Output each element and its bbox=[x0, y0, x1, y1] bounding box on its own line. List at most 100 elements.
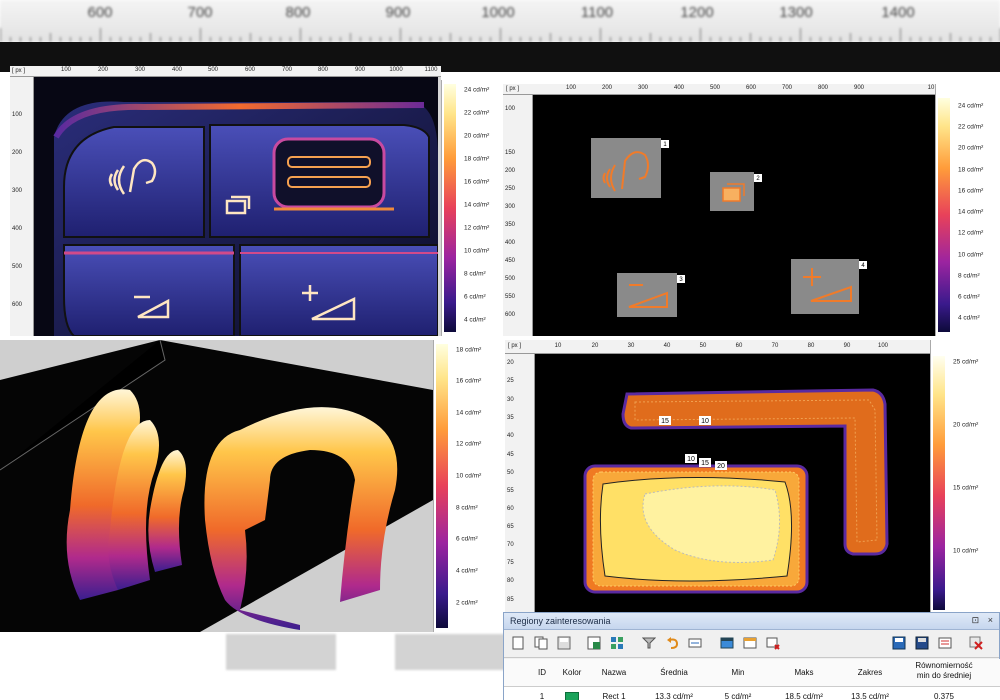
scale-label: 16 cd/m² bbox=[958, 187, 984, 195]
close-icon[interactable]: × bbox=[988, 615, 993, 625]
row-mean: 13.3 cd/m² bbox=[655, 692, 693, 700]
scale-label: 20 cd/m² bbox=[953, 421, 979, 429]
ruler-tick bbox=[250, 33, 251, 42]
y-tick: 400 bbox=[12, 226, 23, 232]
x-tick: 40 bbox=[663, 343, 671, 349]
col-min[interactable]: Min bbox=[732, 668, 745, 677]
dock-icon[interactable]: ⊡ bbox=[972, 615, 980, 625]
table-view-icon[interactable] bbox=[717, 633, 737, 653]
ruler-tick bbox=[950, 33, 951, 42]
y-tick: 55 bbox=[507, 488, 514, 494]
x-tick: 500 bbox=[709, 85, 721, 91]
row-max: 18.5 cd/m² bbox=[785, 692, 823, 700]
x-tick: 10 bbox=[554, 343, 562, 349]
contour-label: 10 bbox=[701, 418, 709, 425]
roi-dialog-title: Regiony zainteresowania bbox=[510, 616, 611, 626]
delete-all-icon[interactable] bbox=[966, 633, 986, 653]
y-tick: 85 bbox=[507, 597, 514, 603]
regions-x-ruler: 100 200 300 400 500 600 700 800 900 10 bbox=[503, 84, 935, 95]
row-color-swatch[interactable] bbox=[565, 692, 579, 700]
ruler-tick bbox=[450, 33, 451, 42]
photo-y-ruler: 100 200 300 400 500 600 bbox=[10, 77, 34, 336]
y-tick: 50 bbox=[507, 470, 514, 476]
scale-label: 15 cd/m² bbox=[953, 484, 979, 492]
scale-label: 12 cd/m² bbox=[958, 229, 984, 237]
ruler-tick bbox=[600, 28, 601, 42]
y-tick: 70 bbox=[507, 542, 514, 548]
save-icon[interactable] bbox=[889, 633, 909, 653]
delete-table-icon[interactable] bbox=[763, 633, 783, 653]
y-tick: 75 bbox=[507, 560, 514, 566]
add-table-icon[interactable] bbox=[740, 633, 760, 653]
col-srednia[interactable]: Średnia bbox=[660, 668, 688, 677]
y-tick: 65 bbox=[507, 524, 514, 530]
scale-label: 12 cd/m² bbox=[464, 224, 490, 232]
table-row[interactable]: 1 Rect 1 13.3 cd/m² 5 cd/m² 18.5 cd/m² 1… bbox=[504, 687, 1000, 700]
x-tick: 200 bbox=[601, 85, 613, 91]
scale-label: 18 cd/m² bbox=[464, 155, 490, 163]
y-tick: 300 bbox=[12, 188, 23, 194]
save-region-icon[interactable] bbox=[554, 633, 574, 653]
ruler-tick bbox=[650, 33, 651, 42]
x-tick: 1100 bbox=[424, 67, 438, 73]
roi-dialog: Regiony zainteresowania ⊡ × ID Kolor Naz… bbox=[503, 612, 1000, 700]
scale-label: 18 cd/m² bbox=[456, 346, 482, 354]
contour-map: 15 10 10 15 20 bbox=[535, 354, 930, 612]
ruler-tick bbox=[700, 28, 701, 42]
luminance-scale-regions: 24 cd/m² 22 cd/m² 20 cd/m² 18 cd/m² 16 c… bbox=[935, 84, 1000, 336]
save-as-icon[interactable] bbox=[912, 633, 932, 653]
x-tick: 800 bbox=[817, 85, 829, 91]
col-maks[interactable]: Maks bbox=[794, 668, 813, 677]
col-uniformity[interactable]: Równomierność min do średniej bbox=[915, 661, 972, 681]
scale-label: 25 cd/m² bbox=[953, 358, 979, 366]
blurred-block bbox=[395, 634, 505, 670]
export-icon[interactable] bbox=[584, 633, 604, 653]
top-ruler-label: 700 bbox=[187, 4, 213, 21]
y-tick: 150 bbox=[505, 150, 516, 156]
region-4[interactable] bbox=[791, 259, 859, 314]
y-tick: 25 bbox=[507, 378, 514, 384]
contour-y-ruler: 20 25 30 35 40 45 50 55 60 65 70 75 80 8… bbox=[505, 354, 535, 612]
top-ruler-label: 800 bbox=[285, 4, 311, 21]
y-tick: 350 bbox=[505, 222, 516, 228]
blurred-block bbox=[226, 634, 336, 670]
undo-icon[interactable] bbox=[662, 633, 682, 653]
roi-dialog-titlebar[interactable]: Regiony zainteresowania ⊡ × bbox=[504, 613, 999, 630]
scale-label: 10 cd/m² bbox=[953, 547, 979, 555]
screenshot-collage: 600 700 800 900 1000 1100 1200 1300 1400… bbox=[0, 0, 1000, 700]
y-tick: 60 bbox=[507, 506, 514, 512]
scale-label: 2 cd/m² bbox=[456, 599, 478, 607]
y-tick: 550 bbox=[505, 294, 516, 300]
x-tick: 200 bbox=[97, 67, 109, 73]
x-tick: 900 bbox=[853, 85, 865, 91]
col-kolor[interactable]: Kolor bbox=[563, 668, 582, 677]
x-tick: 10 bbox=[927, 85, 935, 91]
x-tick: 100 bbox=[877, 343, 889, 349]
top-ruler-label: 600 bbox=[87, 4, 113, 21]
col-nazwa[interactable]: Nazwa bbox=[602, 668, 626, 677]
x-tick: 30 bbox=[627, 343, 635, 349]
luminance-scale-photo: 24 cd/m² 22 cd/m² 20 cd/m² 18 cd/m² 16 c… bbox=[441, 80, 500, 336]
ruler-unit: [ px ] bbox=[12, 68, 26, 74]
filter-icon[interactable] bbox=[639, 633, 659, 653]
scale-label: 8 cd/m² bbox=[456, 504, 478, 512]
report-icon[interactable] bbox=[935, 633, 955, 653]
ruler-tick bbox=[500, 28, 501, 42]
scale-label: 12 cd/m² bbox=[456, 440, 482, 448]
top-ruler: 600 700 800 900 1000 1100 1200 1300 1400 bbox=[0, 0, 1000, 42]
photo-x-ruler: 100 200 300 400 500 600 700 800 900 1000… bbox=[10, 66, 441, 77]
fit-width-icon[interactable] bbox=[685, 633, 705, 653]
x-tick: 800 bbox=[317, 67, 329, 73]
scale-label: 14 cd/m² bbox=[456, 409, 482, 417]
top-ruler-label: 1000 bbox=[481, 4, 515, 21]
copy-region-icon[interactable] bbox=[531, 633, 551, 653]
grid-icon[interactable] bbox=[607, 633, 627, 653]
region-1[interactable] bbox=[591, 138, 661, 198]
x-tick: 700 bbox=[281, 67, 293, 73]
y-tick: 45 bbox=[507, 452, 514, 458]
col-id[interactable]: ID bbox=[538, 668, 546, 677]
col-zakres[interactable]: Zakres bbox=[858, 668, 882, 677]
new-region-icon[interactable] bbox=[508, 633, 528, 653]
row-uniformity: 0.375 bbox=[933, 692, 955, 700]
x-tick: 80 bbox=[807, 343, 815, 349]
